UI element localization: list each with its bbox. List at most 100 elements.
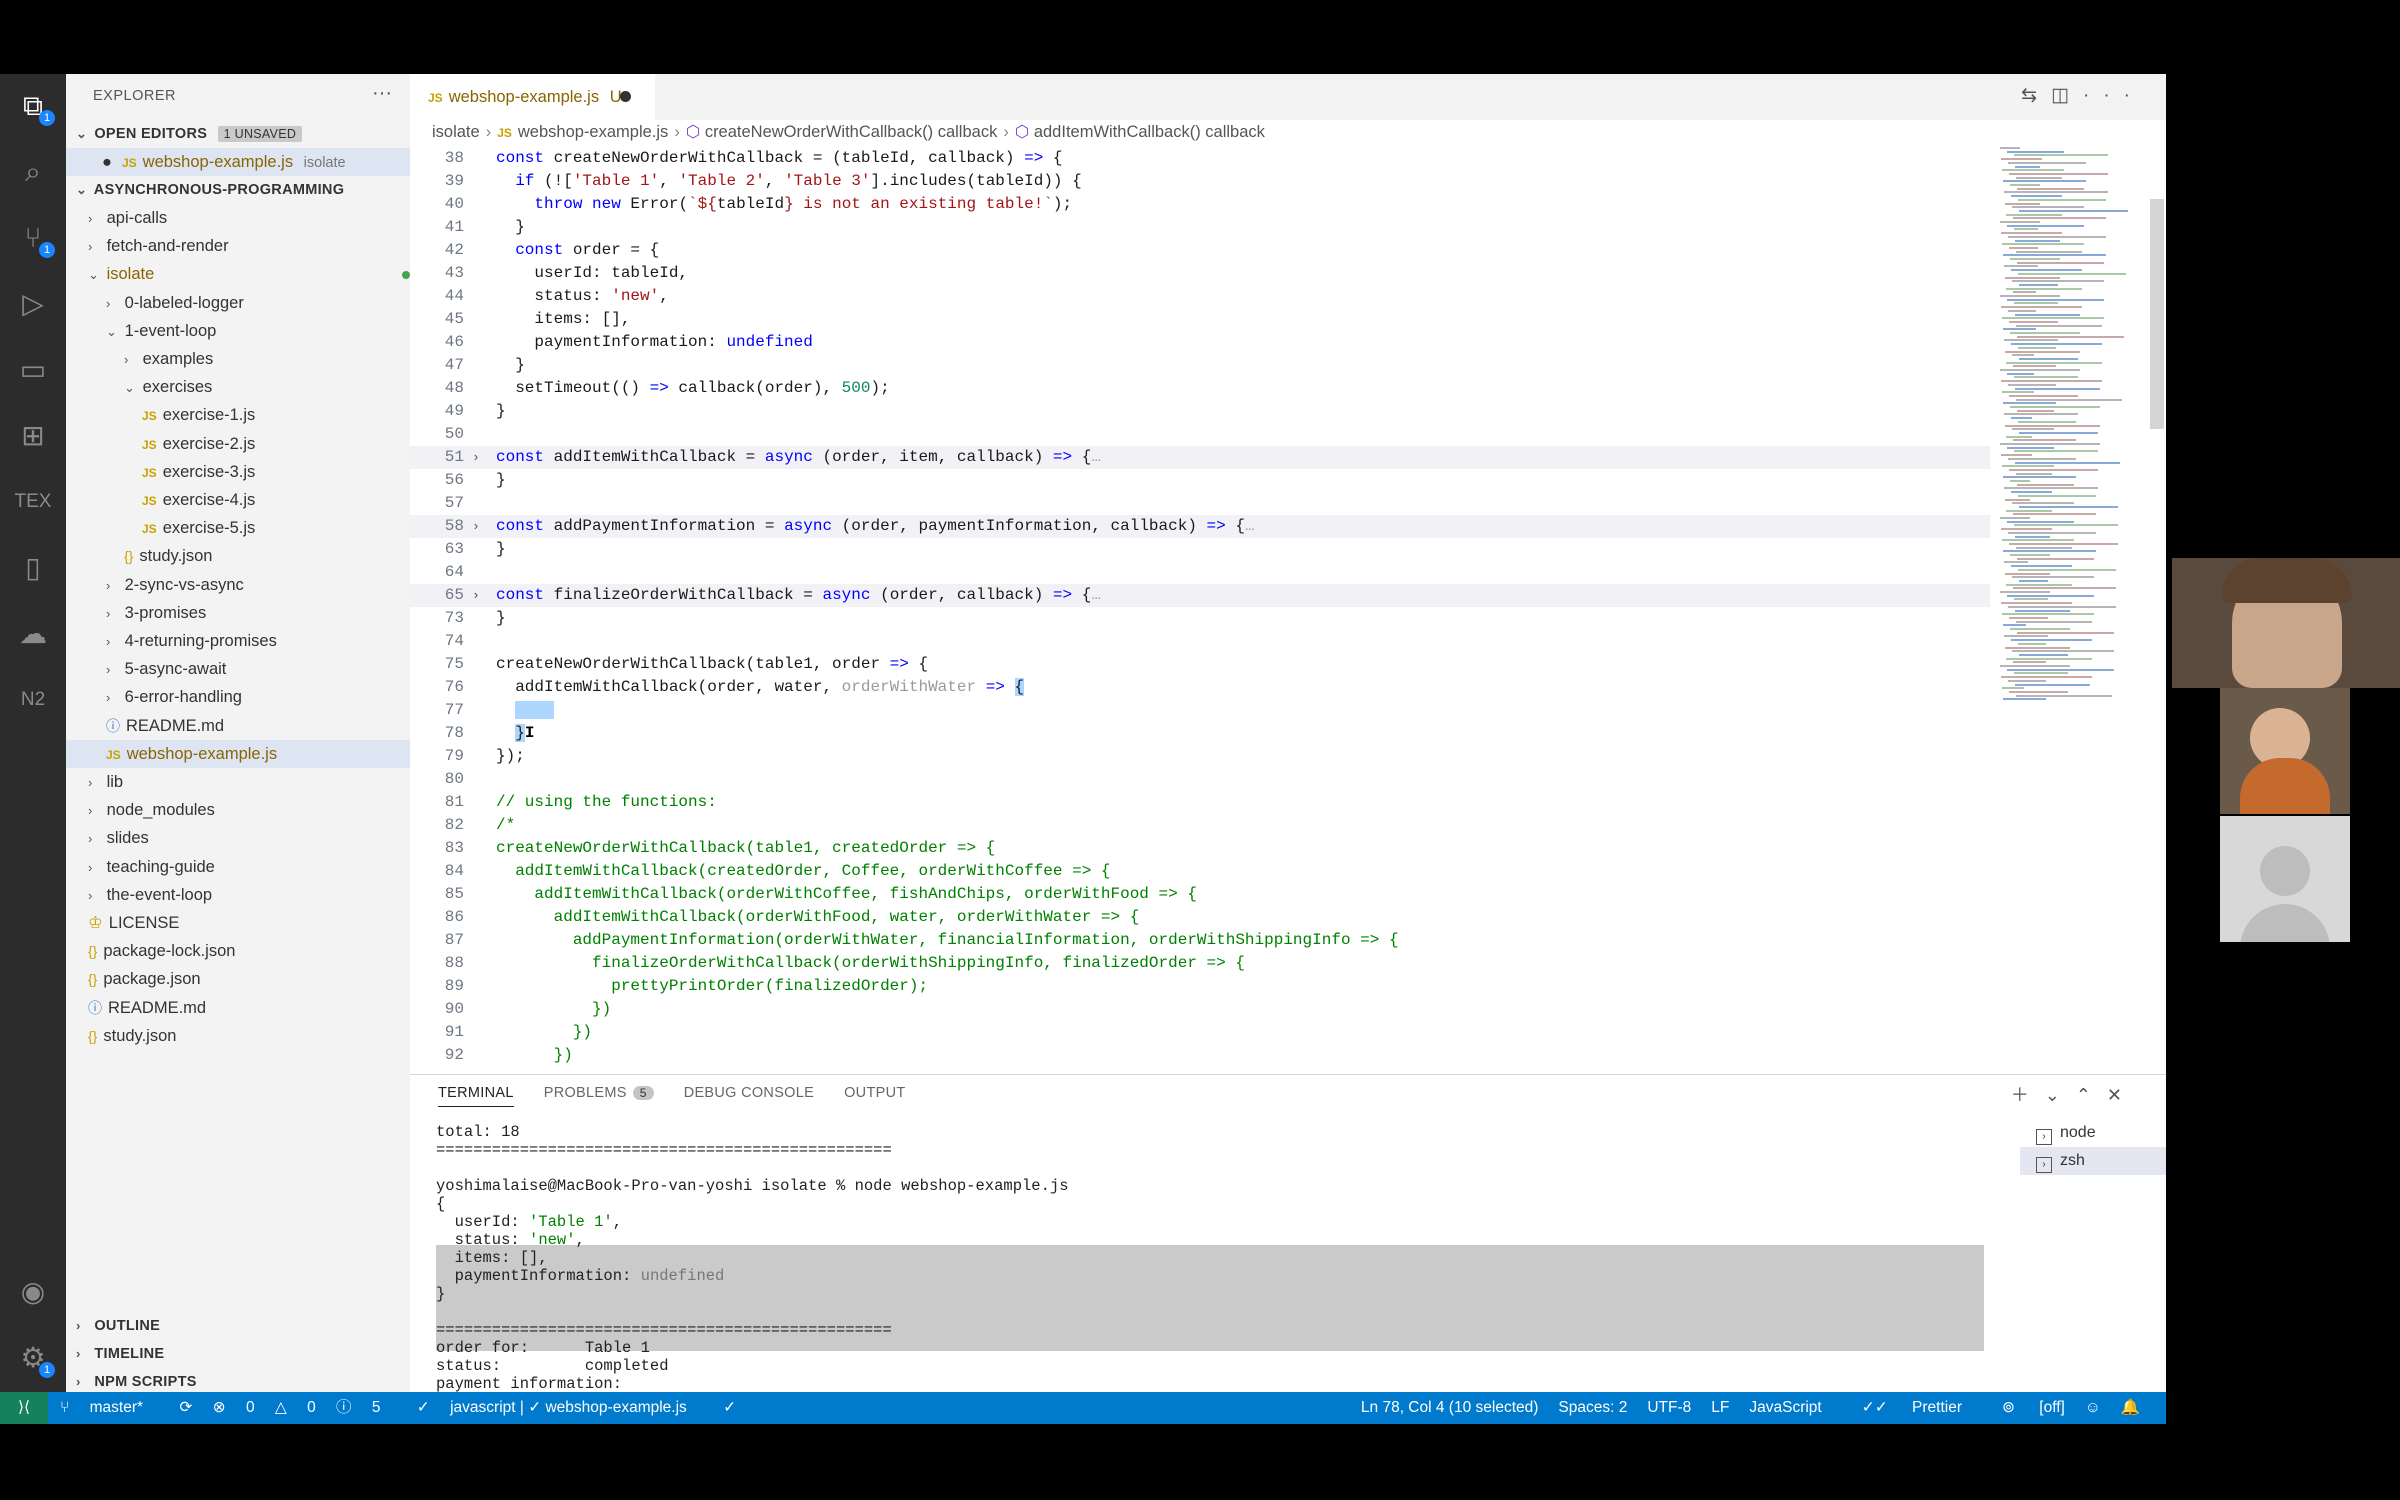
fold-chevron-icon[interactable]: › bbox=[472, 515, 480, 538]
open-editor-item[interactable]: ●JSwebshop-example.js isolate U bbox=[66, 148, 446, 176]
folder-item[interactable]: › lib bbox=[66, 768, 432, 796]
code-line[interactable]: 78 }I bbox=[410, 722, 1990, 745]
breadcrumb-file[interactable]: webshop-example.js bbox=[518, 123, 668, 141]
branch-item[interactable]: ⑂ master* bbox=[60, 1399, 159, 1416]
code-line[interactable]: 89 prettyPrintOrder(finalizedOrder); bbox=[410, 975, 1990, 998]
folder-item[interactable]: › 0-labeled-logger bbox=[66, 289, 450, 317]
code-line[interactable]: 65 › const finalizeOrderWithCallback = asy… bbox=[410, 584, 1990, 607]
code-line[interactable]: 51 › const addItemWithCallback = async (or… bbox=[410, 446, 1990, 469]
language-mode[interactable]: JavaScript bbox=[1749, 1399, 1821, 1416]
code-line[interactable]: 44 status: 'new', bbox=[410, 285, 1990, 308]
folder-item[interactable]: › 6-error-handling bbox=[66, 683, 450, 711]
indentation[interactable]: Spaces: 2 bbox=[1558, 1399, 1627, 1416]
code-editor[interactable]: 38 const createNewOrderWithCallback = (ta… bbox=[410, 147, 1990, 1072]
code-line[interactable]: 82 /* bbox=[410, 814, 1990, 837]
timeline-section[interactable]: › TIMELINE bbox=[66, 1340, 420, 1368]
folder-item[interactable]: › api-calls bbox=[66, 204, 432, 232]
maximize-panel-icon[interactable]: ⌃ bbox=[2076, 1085, 2107, 1105]
code-line[interactable]: 85 addItemWithCallback(orderWithCoffee, … bbox=[410, 883, 1990, 906]
terminal-item-node[interactable]: › node bbox=[2020, 1119, 2166, 1147]
breadcrumb-symbol-2[interactable]: addItemWithCallback() callback bbox=[1034, 123, 1265, 141]
folder-item[interactable]: › teaching-guide bbox=[66, 853, 432, 881]
code-line[interactable]: 40 throw new Error(`${tableId} is not an… bbox=[410, 193, 1990, 216]
code-line[interactable]: 43 userId: tableId, bbox=[410, 262, 1990, 285]
check-icon[interactable]: ✓ bbox=[723, 1399, 736, 1416]
code-line[interactable]: 58 › const addPaymentInformation = async (… bbox=[410, 515, 1990, 538]
eol[interactable]: LF bbox=[1711, 1399, 1729, 1416]
remote-icon[interactable]: ⟩⟨ bbox=[0, 1392, 48, 1424]
tab-debug-console[interactable]: DEBUG CONSOLE bbox=[684, 1085, 814, 1106]
code-line[interactable]: 63} bbox=[410, 538, 1990, 561]
new-terminal-icon[interactable]: ＋ bbox=[2011, 1085, 2045, 1105]
code-line[interactable]: 48 setTimeout(() => callback(order), 500… bbox=[410, 377, 1990, 400]
notifications-icon[interactable]: 🔔 bbox=[2121, 1399, 2140, 1416]
code-line[interactable]: 84 addItemWithCallback(createdOrder, Cof… bbox=[410, 860, 1990, 883]
code-line[interactable]: 47 } bbox=[410, 354, 1990, 377]
open-editors-section[interactable]: ⌄ OPEN EDITORS 1 UNSAVED bbox=[66, 120, 420, 148]
code-line[interactable]: 91 }) bbox=[410, 1021, 1990, 1044]
folder-item[interactable]: › fetch-and-render bbox=[66, 232, 432, 260]
code-line[interactable]: 88 finalizeOrderWithCallback(orderWithSh… bbox=[410, 952, 1990, 975]
code-line[interactable]: 75 createNewOrderWithCallback(table1, ord… bbox=[410, 653, 1990, 676]
folder-item[interactable]: › node_modules bbox=[66, 796, 432, 824]
cursor-position[interactable]: Ln 78, Col 4 (10 selected) bbox=[1361, 1399, 1539, 1416]
more-actions-icon[interactable]: ··· bbox=[372, 82, 392, 105]
gear-icon[interactable]: ⚙ 1 bbox=[13, 1338, 55, 1378]
account-icon[interactable]: ◉ bbox=[13, 1272, 53, 1312]
tab-output[interactable]: OUTPUT bbox=[844, 1085, 905, 1106]
folder-item[interactable]: ⌄ 1-event-loop bbox=[66, 317, 450, 345]
folder-item[interactable]: › 5-async-await bbox=[66, 655, 450, 683]
tab-terminal[interactable]: TERMINAL bbox=[438, 1085, 514, 1107]
terminal-output[interactable]: total: 18 ===============================… bbox=[436, 1123, 2006, 1393]
code-line[interactable]: 87 addPaymentInformation(orderWithWater,… bbox=[410, 929, 1990, 952]
unsaved-dot-icon[interactable] bbox=[620, 91, 631, 102]
live-share-item[interactable]: ⊚ [off] bbox=[1982, 1399, 2065, 1416]
folder-item[interactable]: › slides bbox=[66, 824, 432, 852]
tab-webshop-example[interactable]: JS webshop-example.js U bbox=[410, 74, 655, 120]
lang-check-item[interactable]: ✓ javascript | ✓ webshop-example.js bbox=[417, 1399, 703, 1416]
file-item[interactable]: JSwebshop-example.jsU bbox=[66, 739, 450, 768]
tab-problems[interactable]: PROBLEMS 5 bbox=[544, 1085, 654, 1106]
file-item[interactable]: ⓘ README.md bbox=[66, 994, 432, 1022]
code-line[interactable]: 64 bbox=[410, 561, 1990, 584]
code-line[interactable]: 92 }) bbox=[410, 1044, 1990, 1067]
fold-chevron-icon[interactable]: › bbox=[472, 446, 480, 469]
explorer-icon[interactable]: ⧉ 1 bbox=[13, 86, 55, 126]
folder-item[interactable]: › examples bbox=[66, 345, 468, 373]
extensions-icon[interactable]: ⊞ bbox=[13, 416, 53, 456]
minimap[interactable] bbox=[2000, 147, 2128, 707]
folder-item[interactable]: › 3-promises bbox=[66, 599, 450, 627]
chevron-down-icon[interactable]: ⌄ bbox=[2045, 1085, 2076, 1105]
code-line[interactable]: 79}); bbox=[410, 745, 1990, 768]
outline-section[interactable]: › OUTLINE bbox=[66, 1312, 420, 1340]
search-icon[interactable]: ⌕ bbox=[13, 152, 53, 192]
sync-icon[interactable]: ⟳ bbox=[179, 1399, 192, 1416]
file-item[interactable]: {} study.json bbox=[66, 542, 468, 570]
folder-item[interactable]: › 2-sync-vs-async bbox=[66, 571, 450, 599]
fold-chevron-icon[interactable]: › bbox=[472, 584, 480, 607]
code-line[interactable]: 81 // using the functions: bbox=[410, 791, 1990, 814]
remote-explorer-icon[interactable]: ▭ bbox=[13, 350, 53, 390]
file-item[interactable]: ♔ LICENSE bbox=[66, 909, 432, 937]
code-line[interactable]: 46 paymentInformation: undefined bbox=[410, 331, 1990, 354]
source-control-icon[interactable]: ⑂ 1 bbox=[13, 218, 55, 258]
project-section[interactable]: ⌄ ASYNCHRONOUS-PROGRAMMING bbox=[66, 176, 420, 204]
open-changes-icon[interactable]: ⇆ bbox=[2021, 85, 2051, 106]
code-line[interactable]: 90 }) bbox=[410, 998, 1990, 1021]
feedback-icon[interactable]: ☺ bbox=[2085, 1399, 2101, 1416]
more-actions-icon[interactable]: ··· bbox=[2083, 85, 2144, 106]
code-line[interactable]: 77 bbox=[410, 699, 1990, 722]
folder-item[interactable]: ⌄ isolate bbox=[66, 260, 432, 288]
n2-icon[interactable]: N2 bbox=[13, 680, 53, 720]
prettier-item[interactable]: ✓✓ Prettier bbox=[1842, 1399, 1962, 1416]
code-line[interactable]: 86 addItemWithCallback(orderWithFood, wa… bbox=[410, 906, 1990, 929]
terminal-item-zsh[interactable]: › zsh bbox=[2020, 1147, 2166, 1175]
code-line[interactable]: 76 addItemWithCallback(order, water, ord… bbox=[410, 676, 1990, 699]
breadcrumb-folder[interactable]: isolate bbox=[432, 123, 480, 141]
code-line[interactable]: 83 createNewOrderWithCallback(table1, cre… bbox=[410, 837, 1990, 860]
code-line[interactable]: 74 bbox=[410, 630, 1990, 653]
file-item[interactable]: {} study.json bbox=[66, 1022, 432, 1050]
code-line[interactable]: 50 bbox=[410, 423, 1990, 446]
split-editor-icon[interactable]: ◫ bbox=[2051, 85, 2083, 106]
problems-item[interactable]: ⊗ 0 △ 0 ⓘ 5 bbox=[213, 1399, 397, 1416]
